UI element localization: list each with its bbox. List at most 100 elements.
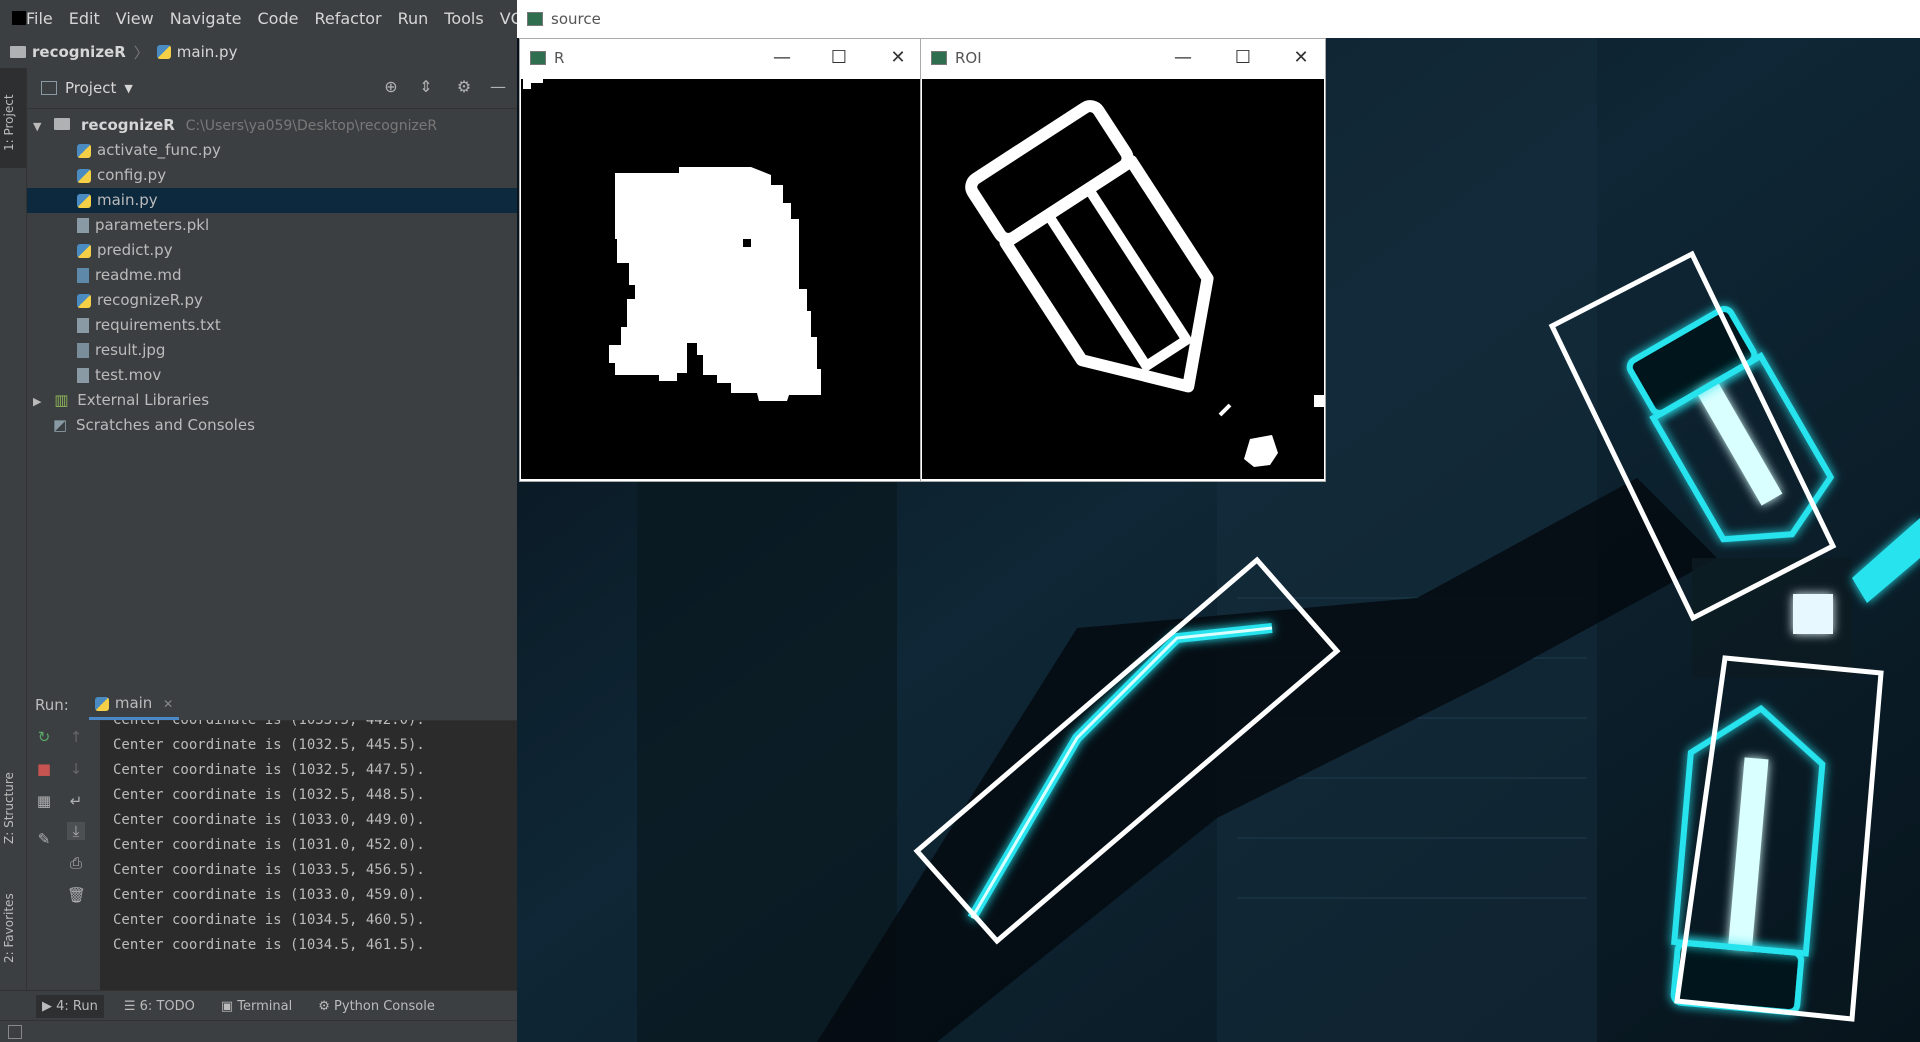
file-name: activate_func.py <box>97 141 221 159</box>
minimize-icon[interactable]: — <box>770 47 794 69</box>
file-item[interactable]: requirements.txt <box>27 313 517 338</box>
menu-refactor[interactable]: Refactor <box>306 9 389 28</box>
console-line: Center coordinate is (1033.0, 449.0). <box>113 812 425 828</box>
file-item[interactable]: activate_func.py <box>27 138 517 163</box>
file-item[interactable]: test.mov <box>27 363 517 388</box>
source-window-title: source <box>551 10 601 28</box>
expand-arrow-icon[interactable]: ▶ <box>33 395 41 408</box>
file-item[interactable]: predict.py <box>27 238 517 263</box>
tab-project[interactable]: 1: Project <box>2 78 24 168</box>
python-console-icon: ⚙ <box>318 998 335 1014</box>
library-icon: ▥ <box>54 391 69 409</box>
tree-root[interactable]: ▼ recognizeR C:\Users\ya059\Desktop\reco… <box>27 113 517 138</box>
close-icon[interactable]: ✕ <box>1289 47 1313 69</box>
file-name: main.py <box>97 191 158 209</box>
trash-icon[interactable]: 🗑 <box>67 886 86 904</box>
roi-window-title: ROI <box>955 49 982 67</box>
up-arrow-icon[interactable]: ↑ <box>67 728 85 746</box>
external-libraries-label: External Libraries <box>77 391 210 409</box>
source-window-titlebar[interactable]: source <box>517 0 1920 38</box>
pin-icon[interactable]: ✎ <box>35 830 53 848</box>
pkl-file-icon <box>77 218 89 233</box>
tab-favorites[interactable]: 2: Favorites <box>2 878 24 978</box>
scratches-label: Scratches and Consoles <box>75 416 255 434</box>
roi-window: ROI — ☐ ✕ <box>920 38 1326 482</box>
rerun-icon[interactable]: ↻ <box>35 728 53 746</box>
external-libraries-item[interactable]: ▶ ▥ External Libraries <box>27 388 517 413</box>
hide-panel-icon[interactable]: — <box>489 78 507 96</box>
status-toggle-icon[interactable] <box>8 1025 22 1039</box>
root-folder-name: recognizeR <box>81 116 175 134</box>
maximize-icon[interactable]: ☐ <box>827 47 851 69</box>
folder-icon <box>10 46 26 58</box>
console-line: Center coordinate is (1033.5, 442.0). <box>113 720 425 728</box>
file-name: requirements.txt <box>95 316 221 334</box>
maximize-icon[interactable]: ☐ <box>1231 47 1255 69</box>
close-icon[interactable]: ✕ <box>886 47 910 69</box>
scratches-item[interactable]: ◩ Scratches and Consoles <box>27 413 517 438</box>
menu-bar: File Edit View Navigate Code Refactor Ru… <box>0 0 517 36</box>
scratches-icon: ◩ <box>53 416 68 434</box>
breadcrumb-project[interactable]: recognizeR <box>32 43 126 61</box>
roi-binary-image <box>922 79 1324 479</box>
file-item[interactable]: readme.md <box>27 263 517 288</box>
video-file-icon <box>77 368 89 383</box>
file-item[interactable]: result.jpg <box>27 338 517 363</box>
breadcrumb-file[interactable]: main.py <box>177 43 238 61</box>
breadcrumb-separator: 〉 <box>133 43 149 62</box>
file-item[interactable]: config.py <box>27 163 517 188</box>
console-output[interactable]: Center coordinate is (1033.5, 442.0). Ce… <box>101 720 517 990</box>
down-arrow-icon[interactable]: ↓ <box>67 760 85 778</box>
minimize-icon[interactable]: — <box>1171 47 1195 69</box>
file-name: result.jpg <box>95 341 166 359</box>
ide-window: File Edit View Navigate Code Refactor Ru… <box>0 0 517 1042</box>
menu-view[interactable]: View <box>108 9 162 28</box>
close-icon[interactable]: ✕ <box>163 697 173 711</box>
soft-wrap-icon[interactable]: ↵ <box>67 792 85 810</box>
file-item[interactable]: parameters.pkl <box>27 213 517 238</box>
menu-tools[interactable]: Tools <box>436 9 491 28</box>
expand-arrow-icon[interactable]: ▼ <box>33 120 41 133</box>
center-r-marker <box>1793 594 1833 634</box>
image-file-icon <box>77 343 89 358</box>
console-line: Center coordinate is (1032.5, 445.5). <box>113 737 425 753</box>
project-view-selector[interactable]: Project <box>65 79 116 97</box>
layout-icon[interactable]: ▦ <box>35 792 53 810</box>
menu-vcs[interactable]: VC <box>492 9 517 28</box>
console-line: Center coordinate is (1034.5, 460.5). <box>113 912 425 928</box>
locate-icon[interactable]: ⊕ <box>382 78 400 96</box>
text-file-icon <box>77 318 89 333</box>
python-file-icon <box>77 193 91 208</box>
menu-edit[interactable]: Edit <box>61 9 108 28</box>
r-binary-image <box>521 79 921 479</box>
tab-structure[interactable]: Z: Structure <box>2 758 24 858</box>
collapse-all-icon[interactable]: ⇕ <box>417 78 435 96</box>
file-name: recognizeR.py <box>97 291 203 309</box>
menu-run[interactable]: Run <box>390 9 437 28</box>
print-icon[interactable]: ⎙ <box>67 854 85 872</box>
roi-window-titlebar[interactable]: ROI — ☐ ✕ <box>921 39 1325 77</box>
scroll-to-end-icon[interactable]: ⤓ <box>67 822 85 840</box>
chevron-down-icon[interactable]: ▼ <box>124 82 132 95</box>
bottom-tool-tabs: ▶ 4: Run ☰ 6: TODO ▣ Terminal ⚙ Python C… <box>0 990 517 1021</box>
tab-todo[interactable]: ☰ 6: TODO <box>118 995 201 1018</box>
run-tab-main[interactable]: main ✕ <box>88 690 180 720</box>
play-icon: ▶ <box>42 998 57 1014</box>
breadcrumb: recognizeR 〉 main.py <box>0 36 517 69</box>
tab-run[interactable]: ▶ 4: Run <box>36 994 104 1018</box>
tab-python-console[interactable]: ⚙ Python Console <box>312 995 441 1018</box>
project-view-icon <box>41 81 57 95</box>
run-tab-label: main <box>114 694 153 712</box>
menu-code[interactable]: Code <box>250 9 307 28</box>
r-window-titlebar[interactable]: R — ☐ ✕ <box>520 39 922 77</box>
console-line: Center coordinate is (1031.0, 452.0). <box>113 837 425 853</box>
file-name: readme.md <box>95 266 182 284</box>
stop-icon[interactable]: ■ <box>35 760 53 778</box>
menu-navigate[interactable]: Navigate <box>162 9 250 28</box>
gear-icon[interactable]: ⚙ <box>455 78 473 96</box>
file-item[interactable]: recognizeR.py <box>27 288 517 313</box>
file-item-selected[interactable]: main.py <box>27 188 517 213</box>
project-panel-header: Project ▼ ⊕ ⇕ ⚙ — <box>27 68 517 109</box>
tab-terminal[interactable]: ▣ Terminal <box>215 995 298 1018</box>
root-folder-path: C:\Users\ya059\Desktop\recognizeR <box>185 118 438 134</box>
